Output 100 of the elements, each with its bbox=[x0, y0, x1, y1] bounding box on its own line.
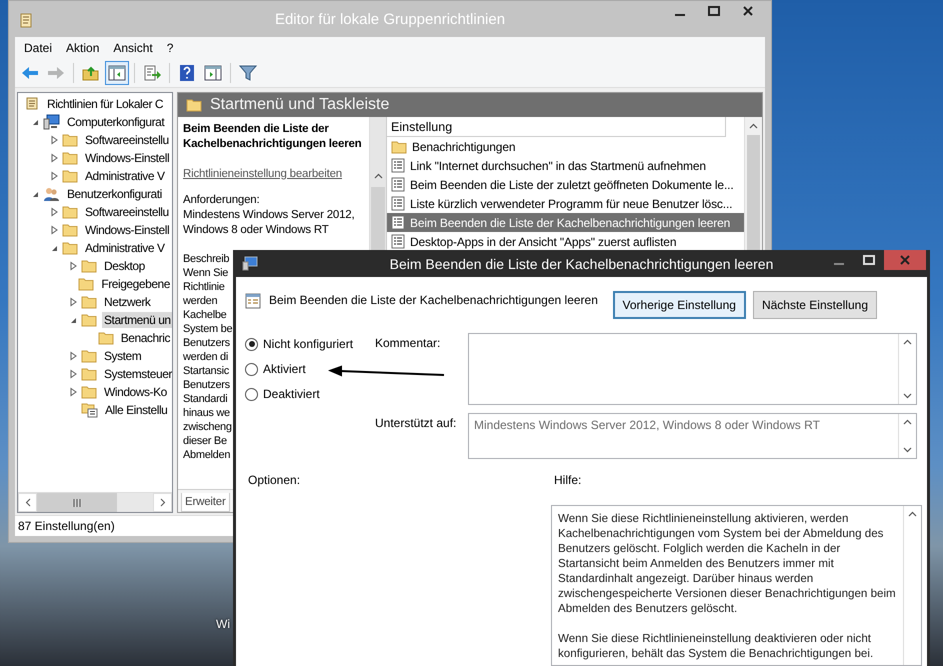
scroll-icon bbox=[24, 96, 40, 112]
tree-item[interactable]: Richtlinien für Lokaler C bbox=[18, 95, 172, 113]
list-row[interactable]: Link "Internet durchsuchen" in das Startmenü aufnehmen bbox=[387, 156, 744, 175]
edit-policy-link[interactable]: Richtlinieneinstellung bearbeiten bbox=[183, 168, 342, 180]
tree-item[interactable]: Benachric bbox=[18, 329, 172, 347]
menu-item[interactable]: Ansicht bbox=[106, 41, 160, 55]
previous-setting-button[interactable]: Vorherige Einstellung bbox=[612, 291, 746, 319]
scrollbar-thumb[interactable] bbox=[37, 493, 117, 512]
tree-item[interactable]: Administrative V bbox=[18, 167, 172, 185]
desktop-icon-label: Wi bbox=[216, 617, 230, 631]
radio-button[interactable] bbox=[245, 388, 258, 400]
tree-item[interactable]: System bbox=[18, 347, 172, 365]
comment-field[interactable] bbox=[468, 333, 917, 405]
tree-item[interactable]: Alle Einstellu bbox=[18, 401, 172, 419]
column-header[interactable]: Einstellung bbox=[391, 120, 452, 134]
close-icon bbox=[743, 6, 753, 16]
setting-name: Beim Beenden die Liste der Kachelbenachrichtigungen leeren bbox=[269, 293, 598, 307]
radio-label[interactable]: Deaktiviert bbox=[263, 387, 320, 401]
description-text: Benutzers bbox=[183, 336, 230, 350]
tree-item[interactable]: Systemsteuer bbox=[18, 365, 172, 383]
folder-icon bbox=[81, 367, 97, 381]
field-label: Kommentar: bbox=[375, 335, 440, 350]
folder-icon bbox=[62, 169, 78, 183]
tab[interactable]: Erweiter bbox=[181, 493, 230, 512]
radio-button[interactable] bbox=[245, 338, 258, 350]
folder-icon bbox=[62, 151, 78, 165]
tree-item[interactable]: Freigegebene bbox=[18, 275, 172, 293]
maximize-icon bbox=[863, 255, 875, 265]
setting-icon bbox=[245, 293, 261, 309]
maximize-icon bbox=[708, 6, 720, 16]
folder-icon bbox=[81, 259, 97, 273]
setting-icon bbox=[391, 215, 405, 230]
description-text: System be bbox=[183, 322, 232, 336]
scroll-icon bbox=[19, 13, 33, 29]
menu-item[interactable]: Aktion bbox=[59, 41, 106, 55]
menu-item[interactable]: Datei bbox=[17, 41, 60, 55]
description-text: Wenn Sie bbox=[183, 266, 228, 280]
folder-icon bbox=[81, 349, 97, 363]
tree-item[interactable]: Startmenü un bbox=[18, 311, 172, 329]
next-setting-button[interactable]: Nächste Einstellung bbox=[752, 291, 877, 319]
computer-icon bbox=[43, 114, 60, 130]
description-text: Abmelden bbox=[183, 448, 230, 462]
section-label: Optionen: bbox=[247, 473, 302, 487]
radio-label[interactable]: Nicht konfiguriert bbox=[263, 337, 354, 351]
folder-icon bbox=[62, 223, 78, 237]
users-icon bbox=[43, 186, 60, 202]
tree-item[interactable]: Desktop bbox=[18, 257, 172, 275]
caret-down-icon bbox=[903, 393, 912, 399]
caret-down-icon bbox=[903, 447, 912, 453]
help-paragraph: Wenn Sie diese Richtlinieneinstellung deaktivieren oder nicht konfigurieren, behält das System die Benachrichtigungen bei. bbox=[558, 631, 874, 661]
folder-list-icon bbox=[81, 402, 98, 418]
caret-up-icon bbox=[903, 419, 912, 425]
description-text: Startansic bbox=[183, 364, 229, 378]
menu-item[interactable]: ? bbox=[160, 41, 180, 55]
requirements-text: Mindestens Windows Server 2012, Windows 8 oder Windows RT bbox=[183, 208, 354, 238]
tree-item[interactable]: Softwareeinstellu bbox=[18, 131, 172, 149]
tree-item[interactable]: Netzwerk bbox=[18, 293, 172, 311]
supported-on-text: Mindestens Windows Server 2012, Windows 8 oder Windows RT bbox=[473, 417, 821, 434]
list-row[interactable]: Beim Beenden die Liste der zuletzt geöffneten Dokumente le... bbox=[387, 175, 744, 194]
section-label: Hilfe: bbox=[553, 473, 582, 487]
horizontal-scrollbar[interactable] bbox=[18, 492, 172, 512]
tree-item[interactable]: Administrative V bbox=[18, 239, 172, 257]
description-text: hinaus we bbox=[183, 406, 230, 420]
list-row[interactable]: Liste kürzlich verwendeter Programm für neue Benutzer lösc... bbox=[387, 194, 744, 213]
radio-label[interactable]: Aktiviert bbox=[263, 362, 306, 376]
caret-up-icon bbox=[374, 173, 382, 179]
description-text: Benutzers bbox=[183, 378, 230, 392]
description-text: Beschreib bbox=[183, 252, 230, 266]
list-row[interactable]: Benachrichtigungen bbox=[387, 137, 744, 156]
caret-right-icon bbox=[160, 498, 166, 507]
setting-icon bbox=[391, 158, 405, 173]
window-title: Editor für lokale Gruppenrichtlinien bbox=[274, 11, 506, 28]
tree-item[interactable]: Windows-Einstell bbox=[18, 221, 172, 239]
tree-item[interactable]: Windows-Einstell bbox=[18, 149, 172, 167]
tree-item[interactable]: Softwareeinstellu bbox=[18, 203, 172, 221]
folder-icon bbox=[81, 313, 97, 327]
tree-item[interactable]: Windows-Ko bbox=[18, 383, 172, 401]
list-row[interactable]: Desktop-Apps in der Ansicht "Apps" zuerst auflisten bbox=[387, 232, 744, 251]
description-text: Kachelbe bbox=[183, 308, 226, 322]
caret-up-icon bbox=[908, 511, 917, 517]
folder-icon bbox=[62, 133, 78, 147]
policy-title: Beim Beenden die Liste der Kachelbenachrichtigungen leeren bbox=[183, 122, 362, 152]
description-text: dieser Be bbox=[183, 434, 227, 448]
tree-item[interactable]: Benutzerkonfigurati bbox=[18, 185, 172, 203]
window-title: Beim Beenden die Liste der Kachelbenachrichtigungen leeren bbox=[390, 256, 774, 272]
setting-icon bbox=[391, 177, 405, 192]
list-row[interactable]: Beim Beenden die Liste der Kachelbenachrichtigungen leeren bbox=[387, 213, 744, 232]
close-icon bbox=[900, 255, 910, 265]
radio-button[interactable] bbox=[245, 362, 258, 376]
tree-item[interactable]: Computerkonfigurat bbox=[18, 113, 172, 131]
computer-icon bbox=[242, 256, 258, 271]
description-text: werden bbox=[183, 294, 218, 308]
description-text: werden di bbox=[183, 350, 228, 364]
folder-icon bbox=[81, 295, 97, 309]
minimize-icon bbox=[834, 263, 844, 265]
folder-icon bbox=[78, 277, 94, 291]
description-text: Standardi bbox=[183, 392, 228, 406]
folder-icon bbox=[81, 385, 97, 399]
panel-icon[interactable] bbox=[105, 61, 129, 85]
section-title: Startmenü und Taskleiste bbox=[210, 96, 390, 114]
